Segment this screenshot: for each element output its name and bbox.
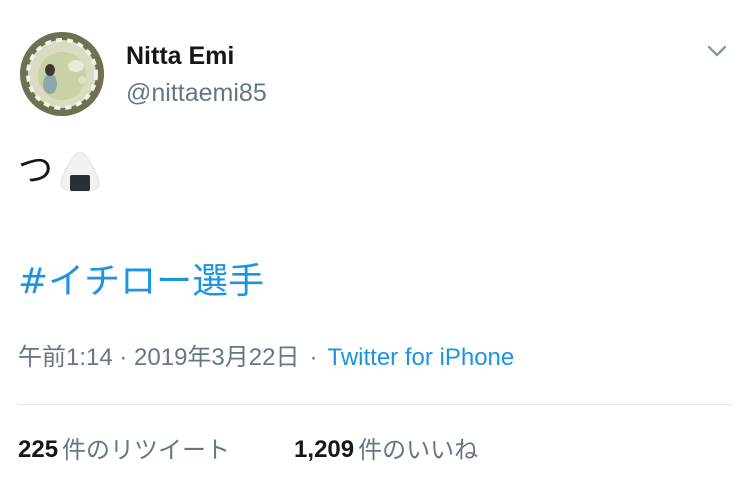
- retweet-count-stat[interactable]: 225 件のリツイート: [18, 432, 230, 468]
- hashtag-link[interactable]: #イチロー選手: [18, 256, 264, 308]
- retweet-label: 件のリツイート: [62, 436, 231, 464]
- chevron-down-icon[interactable]: [703, 40, 731, 64]
- display-name[interactable]: Nitta Emi: [126, 42, 234, 71]
- tweet-text: つ: [18, 146, 105, 196]
- like-count-stat[interactable]: 1,209 件のいいね: [294, 432, 478, 468]
- user-handle[interactable]: @nittaemi85: [126, 79, 267, 108]
- tweet-meta: 午前1:14 · 2019年3月22日 · Twitter for iPhone: [18, 340, 514, 376]
- avatar[interactable]: [20, 32, 104, 116]
- rice-ball-icon: [60, 151, 100, 192]
- like-count: 1,209: [294, 436, 355, 463]
- like-label: 件のいいね: [358, 436, 479, 464]
- meta-separator: ·: [309, 344, 318, 371]
- tweet-stats: 225 件のリツイート 1,209 件のいいね: [18, 432, 478, 468]
- tweet-text-body: つ: [18, 151, 54, 191]
- divider: [18, 404, 732, 405]
- timestamp[interactable]: 午前1:14 · 2019年3月22日: [18, 340, 299, 376]
- source-link[interactable]: Twitter for iPhone: [327, 340, 514, 376]
- avatar-image: [20, 32, 104, 116]
- retweet-count: 225: [18, 436, 59, 463]
